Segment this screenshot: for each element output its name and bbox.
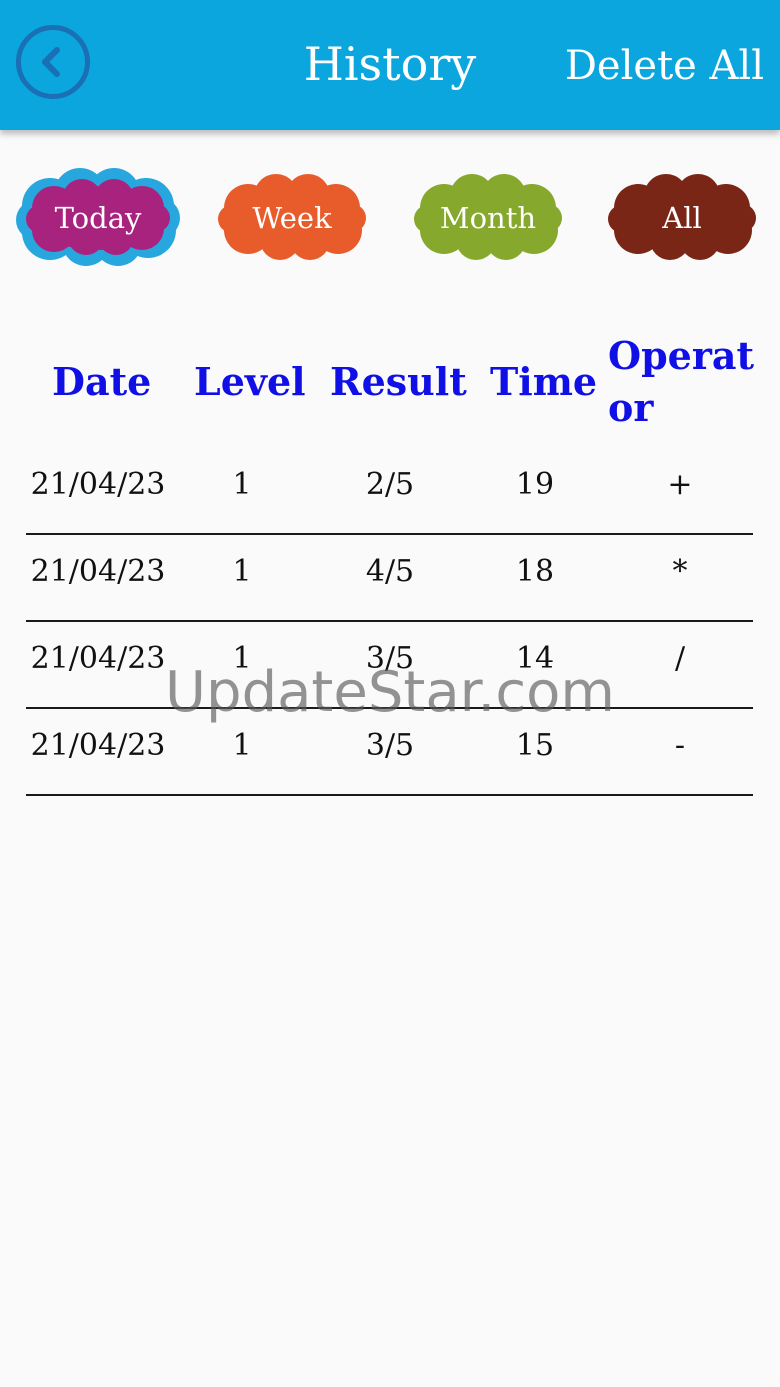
cell-result: 2/5 (365, 467, 415, 502)
cell-operator: - (674, 728, 686, 763)
column-header-result: Result (330, 359, 467, 404)
filter-week-button[interactable]: Week (216, 168, 368, 268)
cell-date: 21/04/23 (30, 554, 166, 589)
filter-week-label: Week (252, 201, 332, 235)
filter-all-label: All (662, 201, 702, 235)
filter-month-label: Month (439, 201, 537, 235)
table-row: 21/04/23 1 3/5 15 - (26, 708, 753, 796)
cell-operator: + (667, 467, 693, 502)
cell-level: 1 (232, 728, 252, 763)
table-row: 21/04/23 1 4/5 18 * (26, 534, 753, 622)
delete-all-button[interactable]: Delete All (565, 38, 764, 94)
column-header-time: Time (490, 359, 598, 404)
cell-level: 1 (232, 554, 252, 589)
cell-time: 14 (515, 641, 555, 676)
filter-month-button[interactable]: Month (412, 168, 564, 268)
cell-operator: * (672, 554, 688, 589)
cell-result: 3/5 (365, 641, 415, 676)
column-header-operator-line2: or (608, 385, 654, 430)
cell-date: 21/04/23 (30, 728, 166, 763)
app-bar: History Delete All (0, 0, 780, 130)
cell-result: 4/5 (365, 554, 415, 589)
cell-time: 18 (515, 554, 555, 589)
column-header-operator: Operat or (608, 330, 754, 434)
cell-time: 19 (515, 467, 555, 502)
column-header-operator-line1: Operat (608, 333, 755, 378)
filter-today-label: Today (54, 201, 142, 235)
chevron-left-icon (42, 47, 60, 77)
column-header-level: Level (194, 359, 306, 404)
back-button[interactable] (16, 25, 90, 99)
column-header-date: Date (52, 359, 152, 404)
table-row: 21/04/23 1 3/5 14 / (26, 621, 753, 709)
cell-time: 15 (515, 728, 555, 763)
cell-date: 21/04/23 (30, 467, 166, 502)
cell-result: 3/5 (365, 728, 415, 763)
filter-all-button[interactable]: All (606, 168, 758, 268)
cell-operator: / (674, 641, 686, 676)
filter-today-button[interactable]: Today (14, 168, 182, 268)
page-title: History (303, 37, 477, 91)
cell-level: 1 (232, 641, 252, 676)
cell-level: 1 (232, 467, 252, 502)
table-row: 21/04/23 1 2/5 19 + (26, 447, 753, 535)
cell-date: 21/04/23 (30, 641, 166, 676)
